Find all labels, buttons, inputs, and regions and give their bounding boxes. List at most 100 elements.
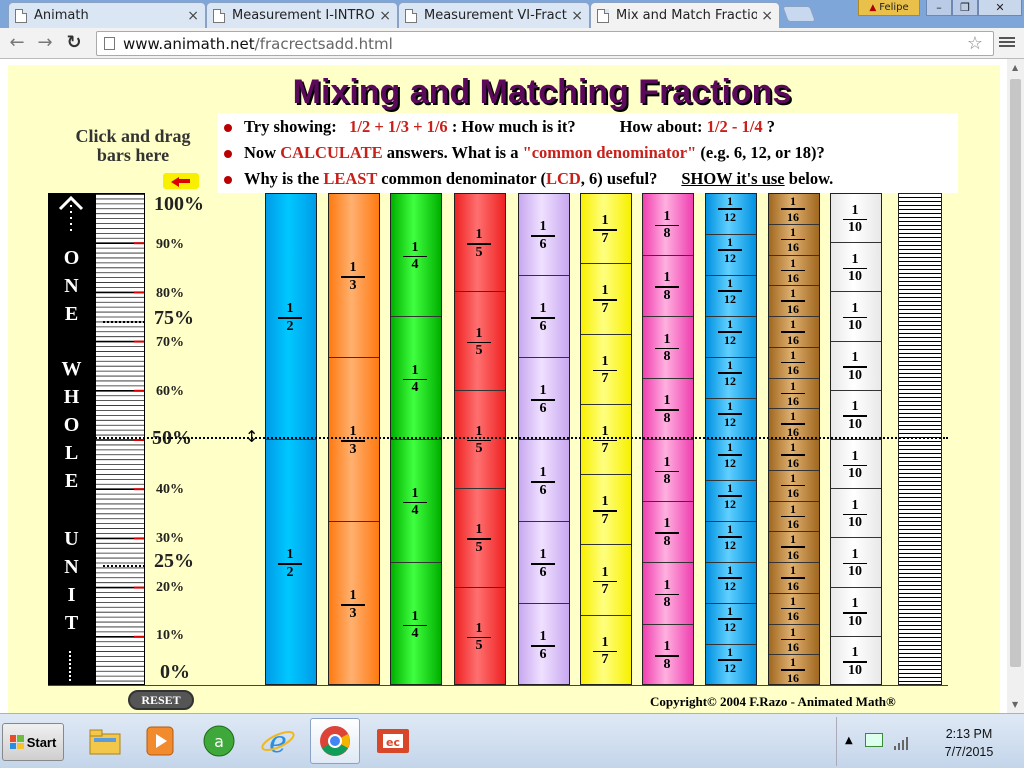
fraction-segment[interactable]: 15 [455, 587, 505, 684]
show-hidden-icons-icon[interactable]: ▲ [845, 735, 853, 746]
fraction-segment[interactable]: 1 10 [831, 636, 881, 684]
fraction-bar-1-5[interactable]: 1515151515 [454, 193, 506, 685]
scroll-up-icon[interactable]: ▲ [1012, 63, 1018, 72]
fraction-segment[interactable]: 14 [391, 194, 441, 317]
reload-button[interactable]: ↻ [63, 32, 85, 54]
internet-explorer-icon[interactable]: e [253, 718, 303, 764]
fraction-segment[interactable]: 1 16 [769, 532, 819, 563]
media-player-icon[interactable] [135, 718, 185, 764]
fraction-segment[interactable]: 1 16 [769, 501, 819, 533]
fraction-bar-1-8[interactable]: 1818181818181818 [642, 193, 694, 685]
close-window-button[interactable]: ✕ [978, 0, 1022, 16]
fraction-segment[interactable]: 17 [581, 475, 631, 546]
new-tab-button[interactable] [782, 6, 816, 22]
fraction-segment[interactable]: 18 [643, 501, 693, 563]
fraction-segment[interactable]: 1 12 [706, 645, 756, 684]
fraction-segment[interactable]: 1 12 [706, 563, 756, 604]
fraction-segment[interactable]: 1 12 [706, 317, 756, 358]
tab-animath[interactable]: Animath × [8, 2, 206, 28]
show-use-link[interactable]: SHOW it's use [681, 169, 784, 188]
tab-mix-and-match[interactable]: Mix and Match Fractio × [590, 2, 780, 28]
fraction-bar-1-6[interactable]: 161616161616 [518, 193, 570, 685]
fraction-bar-1-3[interactable]: 131313 [328, 193, 380, 685]
fraction-segment[interactable]: 1 16 [769, 255, 819, 287]
fraction-segment[interactable]: 1 12 [706, 604, 756, 645]
fraction-segment[interactable]: 1 12 [706, 399, 756, 440]
fraction-segment[interactable]: 1 12 [706, 358, 756, 399]
scroll-thumb[interactable] [1010, 79, 1021, 667]
fraction-segment[interactable]: 1 12 [706, 276, 756, 317]
profile-button[interactable]: ▲ Felipe [858, 0, 920, 16]
fraction-segment[interactable]: 18 [643, 624, 693, 684]
fraction-segment[interactable]: 1 10 [831, 292, 881, 342]
vertical-scrollbar[interactable]: ▲ ▼ [1007, 59, 1024, 713]
fraction-segment[interactable]: 1 16 [769, 224, 819, 256]
address-bar[interactable]: www.animath.net /fracrectsadd.html ☆ [96, 31, 994, 56]
fraction-segment[interactable]: 1 12 [706, 194, 756, 235]
fraction-segment[interactable]: 1 10 [831, 243, 881, 293]
fraction-segment[interactable]: 15 [455, 390, 505, 490]
fraction-segment[interactable]: 14 [391, 440, 441, 563]
fraction-segment[interactable]: 1 16 [769, 194, 819, 225]
fraction-bar-1-2[interactable]: 1212 [265, 193, 317, 685]
fraction-segment[interactable]: 17 [581, 545, 631, 616]
fraction-segment[interactable]: 1 16 [769, 624, 819, 656]
fraction-segment[interactable]: 16 [519, 604, 569, 684]
fraction-segment[interactable]: 17 [581, 404, 631, 476]
tab-close-icon[interactable]: × [379, 8, 391, 24]
fraction-segment[interactable]: 18 [643, 255, 693, 317]
clock[interactable]: 2:13 PM 7/7/2015 [929, 725, 1009, 761]
fraction-segment[interactable]: 18 [643, 563, 693, 625]
fraction-segment[interactable]: 16 [519, 440, 569, 522]
fraction-segment[interactable]: 1 16 [769, 347, 819, 379]
fraction-segment[interactable]: 1 16 [769, 286, 819, 317]
fraction-segment[interactable]: 1 10 [831, 390, 881, 440]
fraction-segment[interactable]: 15 [455, 194, 505, 293]
maximize-button[interactable]: ❐ [952, 0, 978, 16]
fraction-segment[interactable]: 17 [581, 264, 631, 335]
fraction-segment[interactable]: 1 16 [769, 470, 819, 502]
fraction-segment[interactable]: 14 [391, 317, 441, 440]
fraction-segment[interactable]: 1 10 [831, 489, 881, 539]
fraction-segment[interactable]: 1 10 [831, 440, 881, 490]
fine-fraction-bar[interactable] [898, 193, 942, 685]
back-button[interactable]: ← [6, 32, 28, 54]
fraction-bar-1-7[interactable]: 17171717171717 [580, 193, 632, 685]
fraction-segment[interactable]: 18 [643, 378, 693, 440]
fraction-bar-1-4[interactable]: 14141414 [390, 193, 442, 685]
fraction-segment[interactable]: 1 16 [769, 655, 819, 684]
fraction-segment[interactable]: 1 16 [769, 409, 819, 440]
tab-close-icon[interactable]: × [571, 8, 583, 24]
fraction-segment[interactable]: 1 16 [769, 563, 819, 594]
start-button[interactable]: Start [2, 723, 64, 761]
vertical-resize-icon[interactable]: ↕ [245, 427, 258, 447]
minimize-button[interactable]: – [926, 0, 952, 16]
fraction-bar-1-10[interactable]: 1 10 1 10 1 10 1 10 1 10 1 10 1 10 1 10 1 10 1 10 [830, 193, 882, 685]
fraction-segment[interactable]: 1 10 [831, 194, 881, 244]
signal-bars-icon[interactable] [893, 735, 911, 754]
fraction-segment[interactable]: 17 [581, 194, 631, 265]
fraction-segment[interactable]: 16 [519, 194, 569, 276]
fraction-bar-1-12[interactable]: 1 12 1 12 1 12 1 12 1 12 1 12 1 12 1 12 1 12 1 12 1 12 1 12 [705, 193, 757, 685]
chrome-icon[interactable] [310, 718, 360, 764]
folder-icon[interactable] [80, 718, 130, 764]
fraction-segment[interactable]: 1 16 [769, 440, 819, 471]
fraction-segment[interactable]: 1 12 [706, 481, 756, 522]
fraction-segment[interactable]: 17 [581, 615, 631, 684]
fraction-segment[interactable]: 16 [519, 358, 569, 440]
fraction-segment[interactable]: 12 [266, 440, 316, 684]
fraction-segment[interactable]: 1 12 [706, 235, 756, 276]
fraction-segment[interactable]: 1 16 [769, 317, 819, 348]
fraction-segment[interactable]: 1 10 [831, 538, 881, 588]
network-icon[interactable] [865, 733, 883, 747]
fraction-segment[interactable]: 16 [519, 522, 569, 604]
fraction-segment[interactable]: 1 12 [706, 522, 756, 563]
fraction-segment[interactable]: 1 10 [831, 341, 881, 391]
reset-button[interactable]: RESET [128, 690, 194, 710]
fraction-segment[interactable]: 13 [329, 358, 379, 522]
fraction-segment[interactable]: 14 [391, 563, 441, 684]
fraction-segment[interactable]: 15 [455, 292, 505, 391]
fraction-segment[interactable]: 13 [329, 194, 379, 358]
half-guide-line[interactable] [48, 437, 948, 439]
fraction-segment[interactable]: 1 12 [706, 440, 756, 481]
